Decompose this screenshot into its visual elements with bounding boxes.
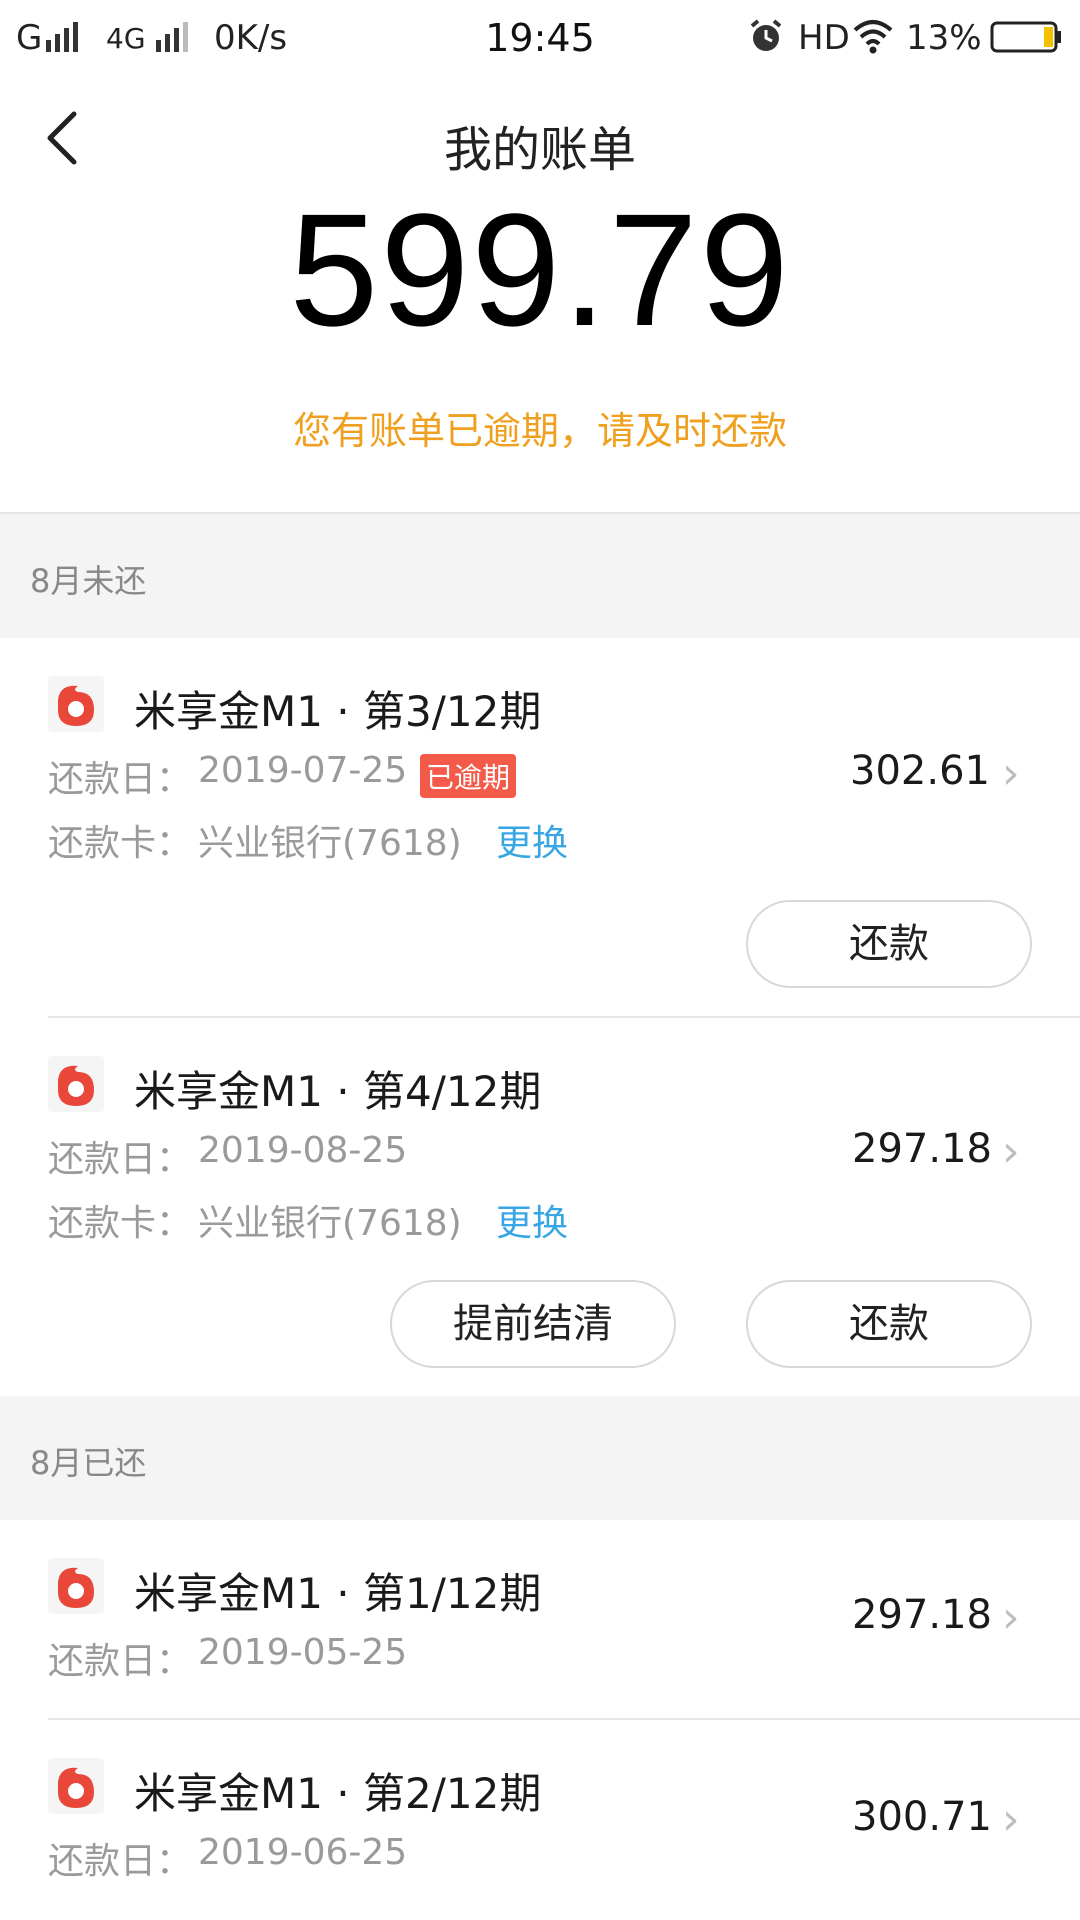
card-name: 兴业银行(7618): [198, 823, 462, 864]
alarm-icon: [748, 18, 784, 54]
overdue-badge: 已逾期: [420, 754, 517, 798]
product-logo-icon: [48, 676, 104, 732]
battery-percent: 13%: [906, 18, 982, 58]
due-date: 2019-06-25: [198, 1832, 408, 1873]
change-card-link[interactable]: 更换: [496, 1194, 568, 1246]
section-unpaid: 8月未还: [0, 514, 1080, 638]
card-label: 还款卡：: [48, 823, 193, 864]
due-label: 还款日：: [48, 759, 193, 800]
page-title: 我的账单: [443, 122, 636, 178]
chevron-right-icon: ›: [1002, 1794, 1020, 1845]
section-label-paid: 8月已还: [30, 1444, 147, 1482]
item-amount: 300.71: [852, 1794, 992, 1840]
due-label: 还款日：: [48, 1139, 193, 1180]
repay-button[interactable]: 还款: [746, 900, 1032, 988]
item-title: 米享金M1 · 第3/12期: [134, 687, 542, 736]
item-amount: 297.18: [852, 1592, 992, 1638]
item-title: 米享金M1 · 第2/12期: [134, 1769, 542, 1818]
card-name: 兴业银行(7618): [198, 1203, 462, 1244]
bill-item-4[interactable]: 米享金M1 · 第2/12期 还款日： 2019-06-25 300.71 ›: [0, 1720, 1080, 1920]
chevron-right-icon: ›: [1002, 748, 1020, 799]
due-date: 2019-08-25: [198, 1130, 408, 1171]
battery-icon: [990, 20, 1062, 54]
wifi-icon: [852, 16, 894, 56]
bill-item-1[interactable]: 米享金M1 · 第3/12期 还款日： 2019-07-25 已逾期 还款卡： …: [0, 638, 1080, 1018]
bill-item-3[interactable]: 米享金M1 · 第1/12期 还款日： 2019-05-25 297.18 ›: [0, 1520, 1080, 1718]
overdue-notice: 您有账单已逾期，请及时还款: [292, 409, 787, 453]
chevron-right-icon: ›: [1002, 1592, 1020, 1643]
product-logo-icon: [48, 1056, 104, 1112]
total-amount: 599.79: [289, 180, 791, 359]
repay-button[interactable]: 还款: [746, 1280, 1032, 1368]
item-title: 米享金M1 · 第4/12期: [134, 1067, 542, 1116]
section-paid: 8月已还: [0, 1396, 1080, 1520]
section-label-unpaid: 8月未还: [30, 562, 147, 600]
item-amount: 297.18: [852, 1126, 992, 1172]
product-logo-icon: [48, 1558, 104, 1614]
change-card-link[interactable]: 更换: [496, 814, 568, 866]
card-label: 还款卡：: [48, 1203, 193, 1244]
due-date: 2019-05-25: [198, 1632, 408, 1673]
status-bar: G 4G 0K/s 19:45 HD 13%: [0, 0, 1080, 76]
due-label: 还款日：: [48, 1841, 193, 1882]
hd-text: HD: [798, 18, 850, 58]
early-settle-button[interactable]: 提前结清: [390, 1280, 676, 1368]
bill-item-2[interactable]: 米享金M1 · 第4/12期 还款日： 2019-08-25 还款卡： 兴业银行…: [0, 1018, 1080, 1396]
product-logo-icon: [48, 1758, 104, 1814]
chevron-right-icon: ›: [1002, 1126, 1020, 1177]
item-amount: 302.61: [850, 748, 990, 794]
due-date: 2019-07-25: [198, 750, 408, 791]
item-title: 米享金M1 · 第1/12期: [134, 1569, 542, 1618]
due-label: 还款日：: [48, 1641, 193, 1682]
